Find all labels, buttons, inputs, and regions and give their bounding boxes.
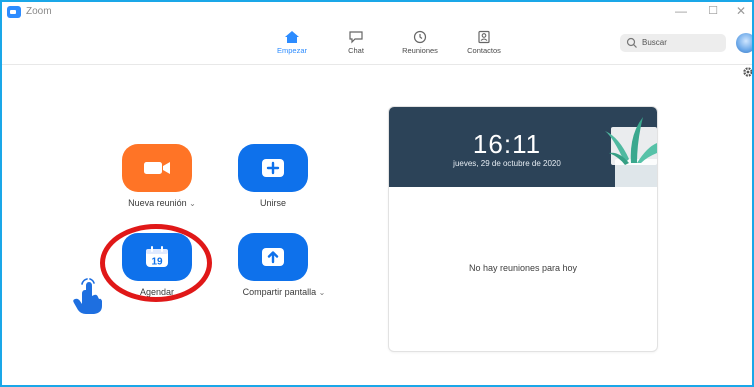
share-screen-label: Compartir pantalla ⌄ xyxy=(242,287,326,297)
calendar-icon: 19 xyxy=(146,246,168,268)
main-nav: Empezar Chat Reuniones Contactos Buscar xyxy=(2,24,752,65)
tab-empezar[interactable]: Empezar xyxy=(262,30,322,55)
tab-reuniones[interactable]: Reuniones xyxy=(390,30,450,55)
schedule-button[interactable]: 19 xyxy=(122,233,192,281)
search-icon xyxy=(626,37,637,48)
current-time: 16:11 xyxy=(472,129,542,159)
minimize-button[interactable]: — xyxy=(672,4,690,18)
tab-contactos[interactable]: Contactos xyxy=(454,30,514,55)
tap-hand-icon xyxy=(73,278,102,314)
schedule-label: Agendar xyxy=(139,287,175,297)
card-header: 16:11 jueves, 29 de octubre de 2020 xyxy=(389,107,657,187)
chevron-down-icon[interactable]: ⌄ xyxy=(189,199,196,208)
zoom-window: Zoom — ☐ ✕ Empezar Chat Reuniones Contac… xyxy=(0,0,754,387)
tab-label: Contactos xyxy=(467,46,501,55)
maximize-button[interactable]: ☐ xyxy=(704,4,722,17)
chevron-down-icon[interactable]: ⌄ xyxy=(319,288,326,297)
gear-icon[interactable] xyxy=(742,66,754,78)
chat-icon xyxy=(349,31,363,44)
current-date: jueves, 29 de octubre de 2020 xyxy=(453,159,561,168)
close-button[interactable]: ✕ xyxy=(732,4,750,18)
no-meetings-message: No hay reuniones para hoy xyxy=(468,263,578,273)
contacts-icon xyxy=(478,30,490,44)
video-camera-icon xyxy=(144,162,170,174)
plus-icon xyxy=(262,159,284,177)
share-screen-button[interactable] xyxy=(238,233,308,281)
zoom-logo-icon xyxy=(7,6,21,18)
share-arrow-icon xyxy=(262,248,284,266)
tab-chat[interactable]: Chat xyxy=(326,30,386,55)
tab-label: Chat xyxy=(348,46,364,55)
avatar[interactable] xyxy=(736,33,752,53)
search-input[interactable]: Buscar xyxy=(620,34,726,52)
tab-label: Reuniones xyxy=(402,46,438,55)
join-label: Unirse xyxy=(259,198,286,208)
tab-label: Empezar xyxy=(276,46,307,55)
upcoming-meetings-card: 16:11 jueves, 29 de octubre de 2020 No h… xyxy=(388,106,658,352)
home-icon xyxy=(285,31,299,43)
window-title: Zoom xyxy=(26,6,52,17)
search-placeholder: Buscar xyxy=(642,38,667,47)
clock-icon xyxy=(413,30,427,44)
calendar-day: 19 xyxy=(151,257,163,268)
new-meeting-button[interactable] xyxy=(122,144,192,192)
join-button[interactable] xyxy=(238,144,308,192)
new-meeting-label: Nueva reunión ⌄ xyxy=(128,198,196,208)
title-bar: Zoom — ☐ ✕ xyxy=(2,2,752,24)
